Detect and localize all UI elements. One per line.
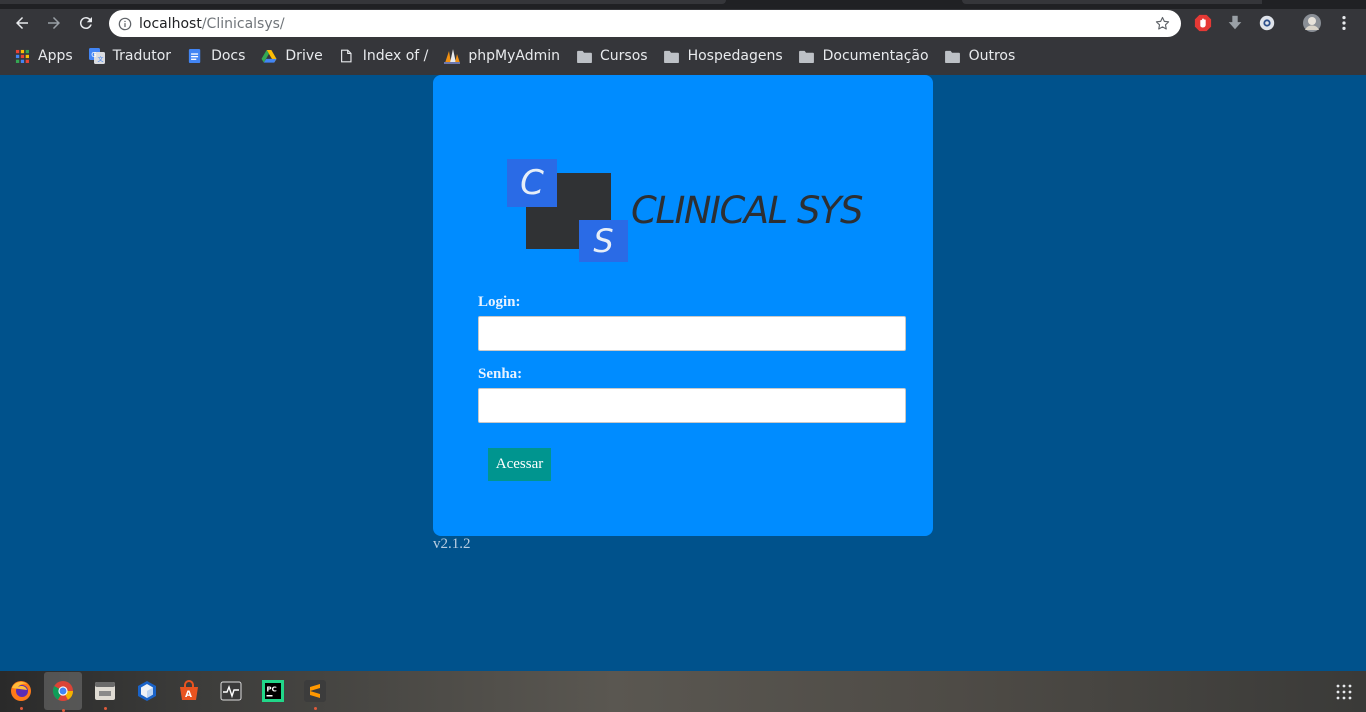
bookmark-label: Index of / <box>362 48 429 64</box>
software-center-icon[interactable]: A <box>175 677 203 705</box>
bookmark-docs[interactable]: Docs <box>187 42 253 70</box>
apps-grid-icon <box>14 48 30 64</box>
taskbar: A PC <box>0 671 1366 712</box>
bookmark-apps[interactable]: Apps <box>14 42 81 70</box>
login-input[interactable] <box>478 316 906 351</box>
password-label: Senha: <box>478 366 523 382</box>
svg-text:A: A <box>185 690 192 700</box>
menu-icon[interactable] <box>1334 13 1354 33</box>
logo-letter-s: S <box>579 220 628 262</box>
info-icon[interactable] <box>118 17 132 31</box>
browser-toolbar: localhost/Clinicalsys/ <box>0 9 1366 37</box>
password-input[interactable] <box>478 388 906 423</box>
page-icon <box>339 48 355 64</box>
sublime-text-icon[interactable] <box>301 677 329 710</box>
bookmark-tradutor[interactable]: G文 Tradutor <box>88 42 179 70</box>
show-applications-icon[interactable] <box>1336 684 1352 700</box>
bookmark-folder-hospedagens[interactable]: Hospedagens <box>664 42 791 70</box>
bookmark-label: Tradutor <box>112 48 172 64</box>
back-button[interactable] <box>11 12 33 34</box>
bookmark-label: Cursos <box>600 48 648 64</box>
bookmark-folder-cursos[interactable]: Cursos <box>576 42 656 70</box>
forward-arrow-icon <box>48 17 60 29</box>
svg-text:G: G <box>91 51 96 59</box>
running-indicator <box>314 707 317 710</box>
svg-text:PC: PC <box>267 686 277 694</box>
profile-avatar[interactable] <box>1302 13 1322 33</box>
login-card: C S CLINICAL SYS Login: Senha: Acessar <box>433 75 933 536</box>
reload-icon <box>79 17 92 30</box>
svg-text:文: 文 <box>97 56 103 64</box>
bookmark-label: Drive <box>285 48 323 64</box>
bookmarks-bar: Apps G文 Tradutor Docs Drive Index of / p… <box>0 37 1366 75</box>
active-tab-edge[interactable] <box>0 0 726 4</box>
bookmark-label: Hospedagens <box>687 48 783 64</box>
bookmark-label: Apps <box>38 48 73 64</box>
google-translate-icon: G文 <box>88 48 105 64</box>
address-bar[interactable]: localhost/Clinicalsys/ <box>109 10 1181 37</box>
bookmark-phpmyadmin[interactable]: phpMyAdmin <box>444 42 568 70</box>
virtualbox-icon[interactable] <box>133 677 161 705</box>
folder-icon <box>576 48 592 64</box>
tab-strip <box>0 0 1366 9</box>
folder-icon <box>945 48 961 64</box>
logo-brand-text: CLINICAL SYS <box>631 189 864 232</box>
forward-button[interactable] <box>43 12 65 34</box>
google-drive-icon <box>261 48 277 64</box>
extension-circle-icon[interactable] <box>1257 13 1277 33</box>
version-text: v2.1.2 <box>433 536 471 552</box>
adblock-icon[interactable] <box>1193 13 1213 33</box>
bookmark-folder-outros[interactable]: Outros <box>945 42 1024 70</box>
reload-button[interactable] <box>75 12 97 34</box>
chrome-icon[interactable] <box>44 672 82 712</box>
login-submit-button[interactable]: Acessar <box>488 448 551 481</box>
bookmark-label: Outros <box>968 48 1016 64</box>
system-monitor-icon[interactable] <box>217 677 245 705</box>
url-text[interactable]: localhost/Clinicalsys/ <box>139 16 285 32</box>
url-host: localhost <box>139 15 202 32</box>
back-arrow-icon <box>16 17 28 29</box>
pycharm-icon[interactable]: PC <box>259 677 287 705</box>
inactive-tab-edge[interactable] <box>962 0 1262 4</box>
folder-icon <box>664 48 680 64</box>
files-icon[interactable] <box>91 677 119 710</box>
firefox-icon[interactable] <box>7 677 35 710</box>
folder-icon <box>799 48 815 64</box>
logo-letter-c: C <box>507 159 557 207</box>
google-docs-icon <box>187 48 203 64</box>
running-indicator <box>104 707 107 710</box>
bookmark-index-of[interactable]: Index of / <box>339 42 437 70</box>
download-extension-icon[interactable] <box>1225 13 1245 33</box>
bookmark-label: Documentação <box>822 48 929 64</box>
url-path: /Clinicalsys/ <box>201 15 285 32</box>
bookmark-folder-documentacao[interactable]: Documentação <box>799 42 937 70</box>
bookmark-drive[interactable]: Drive <box>261 42 330 70</box>
running-indicator <box>20 707 23 710</box>
bookmark-label: Docs <box>211 48 246 64</box>
login-label: Login: <box>478 294 521 310</box>
phpmyadmin-icon <box>444 48 461 64</box>
star-icon[interactable] <box>1154 15 1171 32</box>
bookmark-label: phpMyAdmin <box>468 48 561 64</box>
clinical-sys-logo: C S CLINICAL SYS <box>507 159 867 265</box>
